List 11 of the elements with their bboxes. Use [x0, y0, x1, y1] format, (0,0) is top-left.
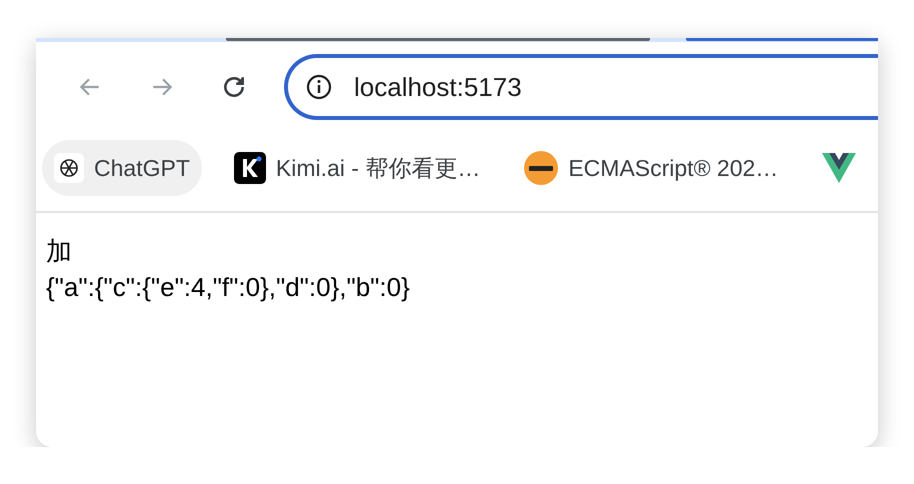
bookmark[interactable]: ECMAScript® 202…: [512, 140, 790, 196]
page-text: 加: [46, 235, 73, 268]
reload-icon: [221, 74, 247, 100]
v-logo-icon: [822, 153, 856, 183]
bookmark[interactable]: ChatGPT: [42, 140, 202, 196]
page-text: {"a":{"c":{"e":4,"f":0},"d":0},"b":0}: [46, 271, 411, 304]
info-icon: [306, 74, 332, 100]
address-field[interactable]: localhost:5173: [354, 72, 878, 102]
k-logo-icon: [234, 152, 266, 184]
bookmark[interactable]: Kimi.ai - 帮你看更…: [222, 140, 492, 196]
address-bar[interactable]: localhost:5173: [284, 54, 878, 120]
